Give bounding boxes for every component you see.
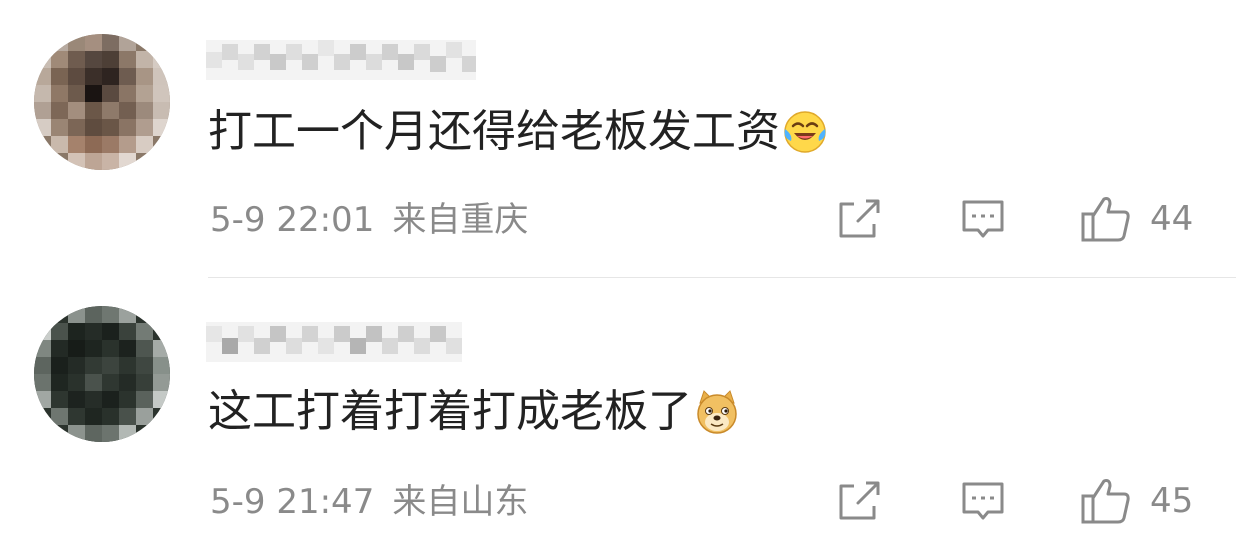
like-button[interactable]: 45 [1080, 476, 1193, 526]
share-button[interactable] [836, 480, 882, 522]
comment-button[interactable] [960, 480, 1006, 524]
avatar[interactable] [34, 34, 170, 170]
blurred-avatar-image [34, 306, 170, 442]
comment-text-row: 打工一个月还得给老板发工资 [208, 104, 828, 160]
comment-text: 打工一个月还得给老板发工资 [208, 106, 780, 157]
thumbs-up-icon [1081, 197, 1130, 242]
blurred-avatar-image [34, 34, 170, 170]
doge-emoji-icon [694, 389, 740, 435]
like-button[interactable]: 44 [1080, 194, 1193, 244]
comment-time: 5-9 22:01 [210, 200, 375, 240]
comment-time: 5-9 21:47 [210, 482, 375, 522]
username-blurred[interactable] [206, 318, 476, 366]
share-button[interactable] [836, 198, 882, 240]
blurred-username-image [206, 40, 476, 80]
like-count: 44 [1150, 199, 1194, 239]
share-icon [839, 481, 880, 520]
comment-text: 这工打着打着打成老板了 [208, 386, 692, 437]
comment-item: 打工一个月还得给老板发工资 5-9 22:01 来自重庆 44 [0, 0, 1236, 277]
comment-icon [962, 200, 1004, 238]
comment-button[interactable] [960, 198, 1006, 242]
blurred-username-image [206, 322, 462, 362]
share-icon [839, 199, 880, 238]
comment-item: 这工打着打着打成老板了 5-9 21:47 来自山东 45 [0, 278, 1236, 557]
username-blurred[interactable] [206, 34, 476, 82]
like-count: 45 [1150, 481, 1194, 521]
comment-text-row: 这工打着打着打成老板了 [208, 384, 740, 440]
comment-meta: 5-9 21:47 来自山东 [210, 482, 528, 522]
avatar[interactable] [34, 306, 170, 442]
laugh-cry-emoji-icon [782, 109, 828, 155]
comment-location: 来自山东 [392, 482, 529, 522]
thumbs-up-icon [1081, 479, 1130, 524]
comment-location: 来自重庆 [392, 200, 529, 240]
comment-meta: 5-9 22:01 来自重庆 [210, 200, 528, 240]
comment-icon [962, 482, 1004, 520]
